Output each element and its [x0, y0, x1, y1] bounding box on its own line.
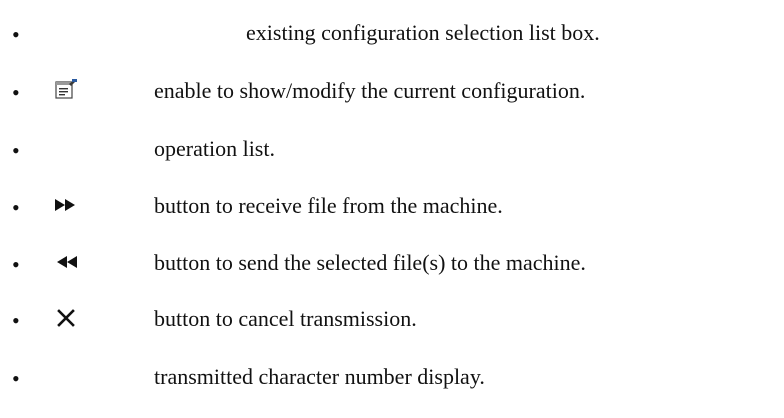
- bullet: •: [12, 195, 20, 220]
- close-icon: [52, 306, 80, 330]
- list-item: • button to send the selected file(s) to…: [0, 242, 784, 282]
- list-item: • button to cancel transmission.: [0, 298, 784, 338]
- item-text: enable to show/modify the current config…: [154, 78, 586, 103]
- list-item: • operation list.: [0, 128, 784, 168]
- bullet: •: [12, 308, 20, 333]
- list-item: • transmitted character number display.: [0, 356, 784, 396]
- bullet: •: [12, 138, 20, 163]
- item-text: transmitted character number display.: [154, 364, 485, 389]
- item-text: button to send the selected file(s) to t…: [154, 250, 586, 275]
- legend-list: • existing configuration selection list …: [0, 0, 784, 418]
- item-text: operation list.: [154, 136, 275, 161]
- list-item: • enable to show/modify the current conf…: [0, 70, 784, 110]
- fast-forward-icon: [52, 193, 80, 217]
- list-item: • button to receive file from the machin…: [0, 185, 784, 225]
- rewind-icon: [52, 250, 80, 274]
- bullet: •: [12, 22, 20, 47]
- item-text: button to receive file from the machine.: [154, 193, 503, 218]
- list-item: • existing configuration selection list …: [0, 12, 784, 52]
- item-text: button to cancel transmission.: [154, 306, 417, 331]
- item-text: existing configuration selection list bo…: [246, 20, 600, 45]
- bullet: •: [12, 80, 20, 105]
- properties-icon: [52, 78, 80, 102]
- bullet: •: [12, 366, 20, 391]
- bullet: •: [12, 252, 20, 277]
